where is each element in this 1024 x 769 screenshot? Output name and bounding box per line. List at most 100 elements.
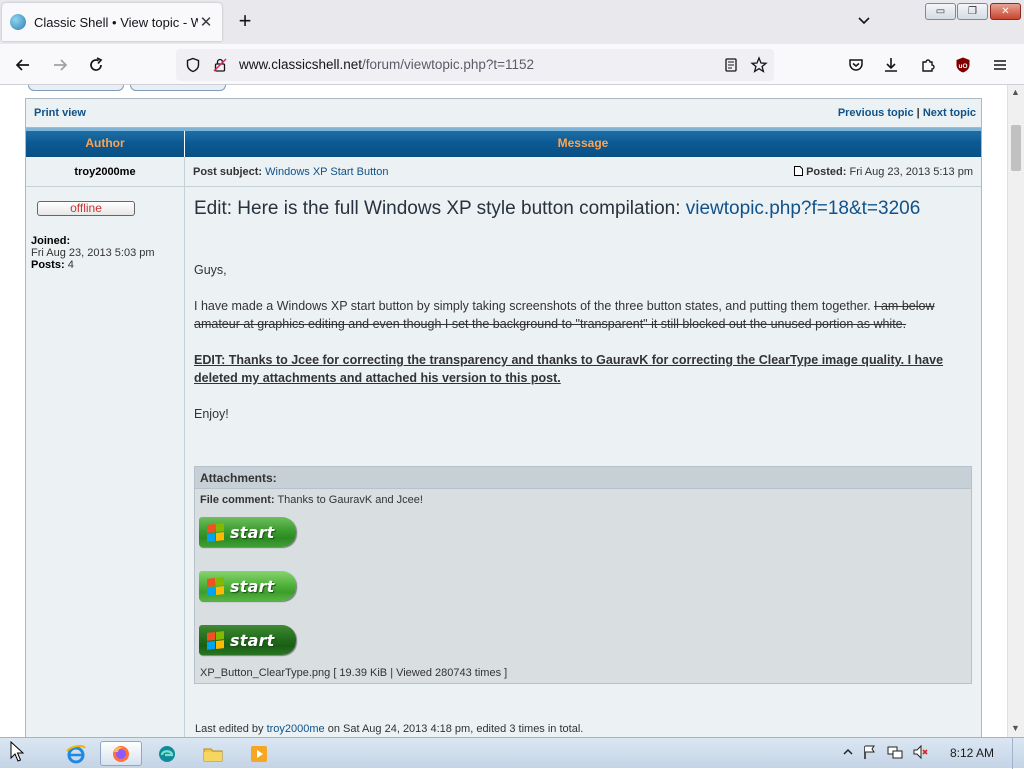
taskbar-firefox-icon[interactable]: [100, 741, 142, 766]
start-button-image-hover[interactable]: start: [199, 571, 296, 601]
show-hidden-icons-chevron-icon[interactable]: [843, 747, 853, 757]
file-comment-value: Thanks to GauravK and Jcee!: [277, 494, 423, 506]
quote-button[interactable]: [130, 85, 226, 91]
maximize-button[interactable]: ❐: [957, 3, 988, 20]
body-text: I have made a Windows XP start button by…: [194, 299, 875, 313]
post-message-cell: Edit: Here is the full Windows XP style …: [185, 187, 981, 737]
network-icon[interactable]: [887, 744, 903, 760]
taskbar-file-explorer-icon[interactable]: [192, 741, 234, 766]
list-all-tabs-chevron-icon[interactable]: [856, 12, 872, 28]
post-document-icon[interactable]: [794, 166, 803, 176]
attachment-file-meta: [ 19.39 KiB | Viewed 280743 times ]: [330, 667, 508, 679]
new-tab-plus-icon[interactable]: +: [234, 10, 256, 32]
site-favicon-icon: [10, 14, 26, 30]
url-text[interactable]: www.classicshell.net/forum/viewtopic.php…: [239, 57, 534, 72]
extensions-puzzle-icon[interactable]: [917, 54, 939, 76]
scroll-down-arrow-icon[interactable]: ▼: [1011, 723, 1020, 733]
reader-view-icon[interactable]: [723, 57, 739, 73]
post-title: Edit: Here is the full Windows XP style …: [194, 197, 954, 220]
body-paragraph: I have made a Windows XP start button by…: [194, 297, 964, 333]
posted-label: Posted:: [806, 166, 847, 178]
topic-nav-row: Print view Previous topic | Next topic: [26, 99, 981, 128]
topic-pagination: Previous topic | Next topic: [838, 107, 976, 119]
edit-note: EDIT: Thanks to Jcee for correcting the …: [194, 351, 964, 387]
downloads-icon[interactable]: [880, 54, 902, 76]
compilation-link[interactable]: viewtopic.php?f=18&t=3206: [686, 198, 921, 219]
post-subject: Post subject: Windows XP Start Button: [193, 166, 388, 178]
browser-navbar: www.classicshell.net/forum/viewtopic.php…: [0, 44, 1024, 85]
table-header: Author Message: [26, 128, 981, 157]
file-comment-label: File comment:: [200, 494, 275, 506]
start-button-label: start: [230, 576, 275, 596]
browser-titlebar: Classic Shell • View topic - Windows XP …: [0, 0, 1024, 44]
posts-label: Posts:: [31, 259, 65, 271]
last-edited-user-link[interactable]: troy2000me: [267, 723, 325, 735]
previous-topic-link[interactable]: Previous topic: [838, 107, 914, 119]
file-comment: File comment: Thanks to GauravK and Jcee…: [200, 494, 423, 506]
post-author-name[interactable]: troy2000me: [26, 157, 185, 186]
attachment-file-info: XP_Button_ClearType.png [ 19.39 KiB | Vi…: [200, 667, 507, 679]
posted-value: Fri Aug 23, 2013 5:13 pm: [849, 166, 973, 178]
scrollbar-thumb[interactable]: [1011, 125, 1021, 171]
ublock-origin-icon[interactable]: uO: [952, 54, 974, 76]
bookmark-star-icon[interactable]: [750, 56, 768, 74]
posts-count: 4: [67, 259, 74, 271]
windows-flag-icon: [207, 522, 224, 542]
action-center-flag-icon[interactable]: [862, 744, 878, 760]
post-subject-row: troy2000me Post subject: Windows XP Star…: [26, 157, 981, 187]
joined-label: Joined:: [31, 235, 71, 247]
tracking-shield-icon[interactable]: [185, 57, 201, 73]
back-arrow-icon[interactable]: [12, 54, 34, 76]
svg-text:uO: uO: [958, 63, 967, 70]
last-edited-note: Last edited by troy2000me on Sat Aug 24,…: [195, 723, 583, 735]
start-button-label: start: [230, 522, 275, 542]
post-subject-link[interactable]: Windows XP Start Button: [265, 166, 388, 178]
windows-flag-icon: [207, 630, 224, 650]
edit-note-text: EDIT: Thanks to Jcee for correcting the …: [194, 353, 944, 385]
scroll-up-arrow-icon[interactable]: ▲: [1011, 87, 1020, 97]
post-title-text: Edit: Here is the full Windows XP style …: [194, 198, 686, 219]
pocket-icon[interactable]: [845, 54, 867, 76]
page-scrollbar[interactable]: ▲ ▼: [1007, 85, 1024, 737]
close-window-button[interactable]: ✕: [990, 3, 1021, 20]
taskbar-clock[interactable]: 8:12 AM: [950, 746, 994, 760]
post-row: offline Joined: Fri Aug 23, 2013 5:03 pm…: [26, 187, 981, 737]
start-button-label: start: [230, 630, 275, 650]
author-column-header: Author: [26, 131, 185, 157]
joined-value: Fri Aug 23, 2013 5:03 pm: [31, 247, 155, 259]
start-button-image-normal[interactable]: start: [199, 517, 296, 547]
attachments-box: Attachments: File comment: Thanks to Gau…: [194, 466, 972, 684]
system-tray: [843, 744, 928, 760]
nav-separator: |: [916, 107, 920, 119]
tab-close-icon[interactable]: ✕: [198, 13, 214, 31]
insecure-lock-icon[interactable]: [212, 57, 228, 73]
taskbar-media-player-icon[interactable]: [238, 741, 280, 766]
topic-table: Print view Previous topic | Next topic A…: [25, 98, 982, 737]
windows-flag-icon: [207, 576, 224, 596]
next-topic-link[interactable]: Next topic: [923, 107, 976, 119]
closing-text: Enjoy!: [194, 407, 229, 421]
attachments-header: Attachments:: [195, 467, 971, 489]
volume-muted-icon[interactable]: [912, 744, 928, 760]
minimize-button[interactable]: ▭: [925, 3, 956, 20]
attachment-file-name: XP_Button_ClearType.png: [200, 667, 331, 679]
show-desktop-button[interactable]: [1012, 738, 1024, 769]
start-button-image-pressed[interactable]: start: [199, 625, 296, 655]
reload-icon[interactable]: [85, 54, 107, 76]
print-view-link[interactable]: Print view: [34, 107, 86, 119]
windows-taskbar: 8:12 AM: [0, 737, 1024, 769]
post-reply-button[interactable]: [28, 85, 124, 91]
post-date: Posted: Fri Aug 23, 2013 5:13 pm: [794, 166, 973, 178]
forward-arrow-icon[interactable]: [49, 54, 71, 76]
taskbar-internet-explorer-icon[interactable]: [55, 741, 97, 766]
browser-tab[interactable]: Classic Shell • View topic - Windows XP …: [2, 3, 222, 41]
last-edited-prefix: Last edited by: [195, 723, 267, 735]
address-bar[interactable]: www.classicshell.net/forum/viewtopic.php…: [176, 49, 774, 81]
author-profile-cell: offline Joined: Fri Aug 23, 2013 5:03 pm…: [26, 187, 185, 737]
tab-title: Classic Shell • View topic - Windows XP …: [34, 14, 198, 30]
post-subject-label: Post subject:: [193, 166, 263, 178]
taskbar-edge-icon[interactable]: [146, 741, 188, 766]
menu-hamburger-icon[interactable]: [989, 54, 1011, 76]
greeting-text: Guys,: [194, 263, 227, 277]
author-profile: Joined: Fri Aug 23, 2013 5:03 pm Posts: …: [31, 235, 184, 271]
